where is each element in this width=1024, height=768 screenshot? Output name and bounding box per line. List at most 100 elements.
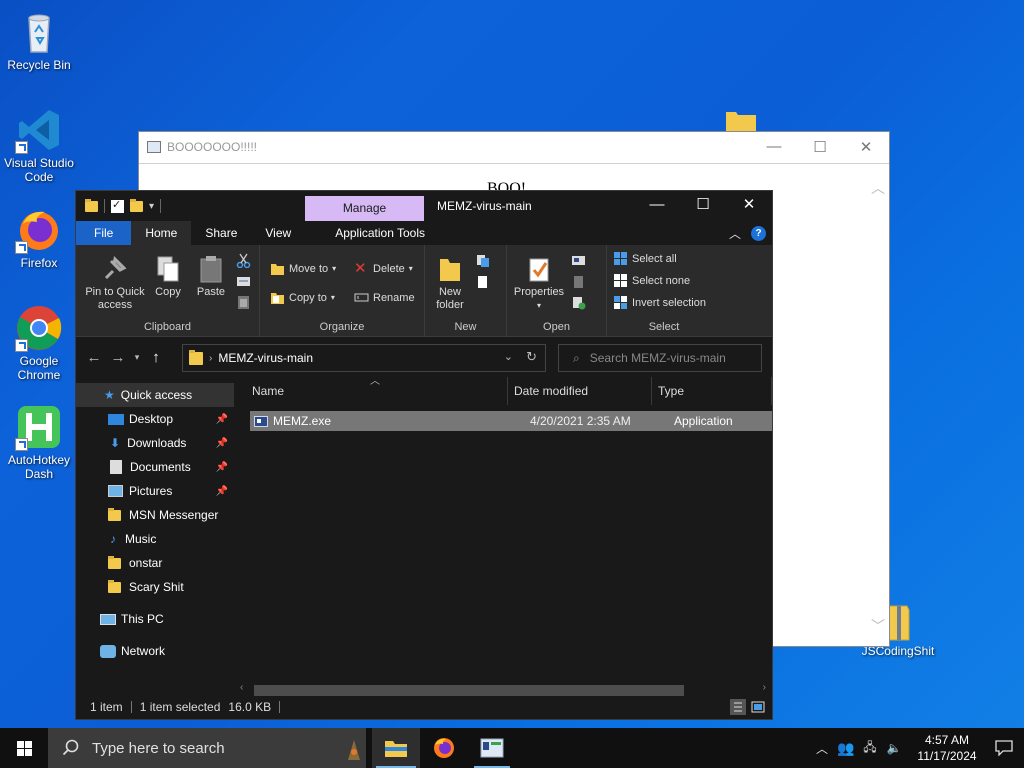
tab-manage[interactable]: Manage <box>305 196 424 221</box>
open-icon[interactable] <box>571 253 586 268</box>
column-name[interactable]: ︿ Name <box>234 376 508 405</box>
nav-music[interactable]: ♪ Music <box>76 527 234 551</box>
nav-this-pc[interactable]: This PC <box>76 607 234 631</box>
tab-share[interactable]: Share <box>191 221 251 245</box>
nav-pictures[interactable]: Pictures 📌 <box>76 479 234 503</box>
search-input[interactable]: ⌕ Search MEMZ-virus-main <box>558 344 762 372</box>
tab-file[interactable]: File <box>76 221 132 245</box>
edit-icon[interactable] <box>571 274 586 289</box>
desktop-icon-chrome[interactable]: Google Chrome <box>0 304 78 382</box>
app-icon <box>147 141 161 153</box>
scroll-left-icon[interactable]: ‹ <box>240 682 243 693</box>
network-icon[interactable]: 🖧 <box>860 738 880 759</box>
scroll-up-icon[interactable]: ︿ <box>871 178 885 198</box>
tab-home[interactable]: Home <box>131 221 192 245</box>
show-hidden-icons-icon[interactable]: ︿ <box>812 740 832 757</box>
copy-path-icon[interactable] <box>236 274 251 289</box>
boo-titlebar[interactable]: BOOOOOOO!!!!! — ☐ ✕ <box>139 132 889 162</box>
explorer-titlebar[interactable]: ▾ Manage MEMZ-virus-main — ☐ ✕ <box>76 191 772 221</box>
new-item-icon[interactable] <box>475 253 490 268</box>
column-date[interactable]: Date modified <box>508 377 652 405</box>
nav-downloads[interactable]: ⬇ Downloads 📌 <box>76 431 234 455</box>
nav-quick-access[interactable]: ★ Quick access <box>76 383 234 407</box>
column-type[interactable]: Type <box>652 377 772 405</box>
scroll-right-icon[interactable]: › <box>763 682 766 693</box>
close-button[interactable]: ✕ <box>726 191 772 221</box>
rename-button[interactable]: Rename <box>354 290 415 305</box>
properties-qat-icon[interactable] <box>111 198 124 213</box>
customize-qat-icon[interactable]: ▾ <box>149 201 154 212</box>
recent-locations-button[interactable]: ▾ <box>130 352 144 363</box>
desktop-icon-firefox[interactable]: Firefox <box>0 206 78 270</box>
taskbar-search[interactable]: Type here to search <box>48 728 366 768</box>
desktop-icon-vscode[interactable]: Visual Studio Code <box>0 106 78 184</box>
address-bar[interactable]: › MEMZ-virus-main ⌄ ↻ <box>182 344 546 372</box>
clock[interactable]: 4:57 AM 11/17/2024 <box>910 732 984 764</box>
divider <box>104 199 105 213</box>
collapse-ribbon-icon[interactable]: ︿ <box>729 225 741 242</box>
ribbon-tabs: File Home Share View Application Tools ︿… <box>76 221 772 245</box>
nav-msn-messenger[interactable]: MSN Messenger <box>76 503 234 527</box>
new-folder-button[interactable]: New folder <box>429 255 471 312</box>
select-all-button[interactable]: Select all <box>613 251 677 266</box>
nav-desktop[interactable]: Desktop 📌 <box>76 407 234 431</box>
copy-to-button[interactable]: Copy to ▾ <box>270 290 335 305</box>
scroll-down-icon[interactable]: ﹀ <box>871 616 885 636</box>
maximize-button[interactable]: ☐ <box>680 191 726 221</box>
select-none-button[interactable]: Select none <box>613 273 690 288</box>
delete-button[interactable]: ✕ Delete ▾ <box>354 261 413 276</box>
minimize-button[interactable]: — <box>751 138 797 156</box>
move-to-button[interactable]: Move to ▾ <box>270 261 336 276</box>
back-button[interactable]: ← <box>82 349 106 366</box>
cut-icon[interactable] <box>236 253 251 269</box>
invert-selection-button[interactable]: Invert selection <box>613 295 706 310</box>
close-button[interactable]: ✕ <box>843 138 889 156</box>
refresh-icon[interactable]: ↻ <box>526 349 537 365</box>
new-folder-qat-icon[interactable] <box>130 198 143 212</box>
taskbar-boo-app[interactable] <box>468 728 516 768</box>
file-explorer-window[interactable]: ▾ Manage MEMZ-virus-main — ☐ ✕ File Home… <box>75 190 773 720</box>
nav-network[interactable]: Network <box>76 639 234 663</box>
pin-quick-access-button[interactable]: Pin to Quick access <box>82 255 148 312</box>
history-icon[interactable] <box>571 295 586 310</box>
copy-button[interactable]: Copy <box>150 255 186 299</box>
tab-application-tools[interactable]: Application Tools <box>321 221 439 245</box>
easy-access-icon[interactable] <box>475 274 490 289</box>
paste-button[interactable]: Paste <box>192 255 230 299</box>
maximize-button[interactable]: ☐ <box>797 138 843 156</box>
large-icons-view-icon[interactable] <box>750 699 766 715</box>
minimize-button[interactable]: — <box>634 191 680 221</box>
desktop-icon-label: Visual Studio Code <box>4 156 74 184</box>
notification-center-button[interactable] <box>984 740 1024 756</box>
file-row[interactable]: MEMZ.exe 4/20/2021 2:35 AM Application <box>250 411 772 431</box>
new-label: New <box>454 321 477 333</box>
tab-view[interactable]: View <box>251 221 305 245</box>
help-icon[interactable]: ? <box>751 226 766 241</box>
nav-scary-shit[interactable]: Scary Shit <box>76 575 234 599</box>
taskbar-firefox[interactable] <box>420 728 468 768</box>
nav-documents[interactable]: Documents 📌 <box>76 455 234 479</box>
taskbar-file-explorer[interactable] <box>372 728 420 768</box>
desktop-icon-autohotkey[interactable]: AutoHotkey Dash <box>0 403 78 481</box>
people-icon[interactable]: 👥 <box>836 740 856 757</box>
nav-onstar[interactable]: onstar <box>76 551 234 575</box>
desktop-folder-icon <box>108 413 124 425</box>
start-button[interactable] <box>0 728 48 768</box>
forward-button[interactable]: → <box>106 349 130 366</box>
desktop-icon-label: AutoHotkey Dash <box>7 453 71 481</box>
move-to-label: Move to <box>289 262 329 275</box>
delete-icon: ✕ <box>354 260 367 277</box>
up-button[interactable]: ↑ <box>144 349 168 366</box>
copy-to-label: Copy to <box>289 291 327 304</box>
volume-icon[interactable]: 🔈 <box>884 741 904 755</box>
system-tray: ︿ 👥 🖧 🔈 4:57 AM 11/17/2024 <box>810 728 1024 768</box>
nav-label: Quick access <box>120 388 193 402</box>
address-dropdown-icon[interactable]: ⌄ <box>504 350 513 363</box>
chrome-icon <box>15 304 63 352</box>
recycle-bin-icon <box>15 8 63 56</box>
desktop-icon-recycle-bin[interactable]: Recycle Bin <box>0 8 78 72</box>
windows-logo-icon <box>17 741 32 756</box>
details-view-icon[interactable] <box>730 699 746 715</box>
paste-shortcut-icon[interactable] <box>236 295 251 310</box>
properties-button[interactable]: Properties ▾ <box>511 255 567 312</box>
